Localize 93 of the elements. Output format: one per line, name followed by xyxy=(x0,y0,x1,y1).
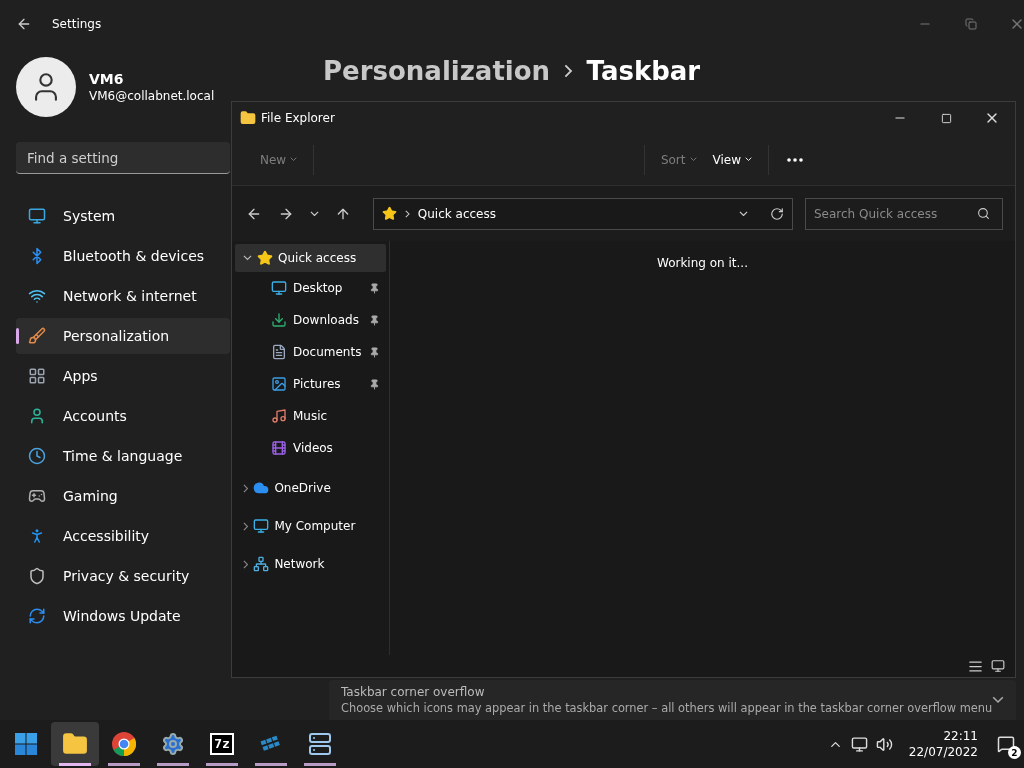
notification-count: 2 xyxy=(1008,746,1021,759)
user-name: VM6 xyxy=(89,71,125,87)
nav-item[interactable]: Personalization xyxy=(16,318,230,354)
monitor-icon xyxy=(28,207,46,225)
search-icon xyxy=(977,207,990,220)
tree-item[interactable]: Quick access xyxy=(235,244,386,272)
nav-item[interactable]: Apps xyxy=(16,358,230,394)
grid-icon xyxy=(28,367,46,385)
nav-item[interactable]: Gaming xyxy=(16,478,230,514)
document-icon xyxy=(271,344,287,360)
music-icon xyxy=(271,408,287,424)
search-field[interactable]: Find a setting xyxy=(16,142,230,174)
network-icon[interactable] xyxy=(850,735,868,753)
person-icon xyxy=(28,407,46,425)
caret-icon xyxy=(745,157,752,162)
clock-icon xyxy=(28,447,46,465)
expand-icon[interactable] xyxy=(243,483,249,493)
clock-time[interactable]: 22:11 xyxy=(943,729,978,743)
caret-icon xyxy=(689,157,697,162)
caret-icon xyxy=(310,210,319,217)
star-icon xyxy=(382,206,397,221)
toolbar-button[interactable]: View xyxy=(704,146,760,173)
address-bar[interactable]: Quick access xyxy=(373,197,793,230)
nav-item[interactable]: Network & internet xyxy=(16,278,230,314)
refresh-icon[interactable] xyxy=(770,206,784,221)
gamepad-icon xyxy=(28,487,46,505)
tree-item[interactable]: Downloads xyxy=(235,304,386,336)
volume-icon[interactable] xyxy=(875,735,893,753)
folder-icon xyxy=(62,731,88,757)
network-icon xyxy=(253,556,270,572)
back-icon[interactable] xyxy=(16,16,32,32)
nav-item[interactable]: Privacy & security xyxy=(16,558,230,594)
folder-icon xyxy=(240,110,256,126)
tree-item[interactable]: My Computer xyxy=(235,512,386,540)
nav-item[interactable]: Accounts xyxy=(16,398,230,434)
expand-icon[interactable] xyxy=(243,521,249,531)
nav-item[interactable]: Accessibility xyxy=(16,518,230,554)
tree-item[interactable]: Desktop xyxy=(235,272,386,304)
refresh-icon xyxy=(28,607,46,625)
status-message: Working on it... xyxy=(657,256,748,270)
card-title: Taskbar corner overflow xyxy=(341,685,486,699)
app-logo: 7z xyxy=(210,733,234,755)
chevron-icon xyxy=(564,64,573,78)
details-view-icon[interactable] xyxy=(968,658,983,674)
expand-icon[interactable] xyxy=(243,255,252,261)
tree-item[interactable]: Music xyxy=(235,400,386,432)
window-title: Settings xyxy=(52,17,102,31)
breadcrumb-item[interactable]: Personalization xyxy=(323,56,551,86)
cloud-icon xyxy=(253,480,270,496)
tree-item[interactable]: Videos xyxy=(235,432,386,464)
tree-item[interactable]: Network xyxy=(235,550,386,578)
chevron-icon xyxy=(405,209,410,218)
nav-item[interactable]: Time & language xyxy=(16,438,230,474)
more-button[interactable] xyxy=(785,155,805,164)
nav-item[interactable]: System xyxy=(16,198,230,234)
cabinet-icon xyxy=(308,732,332,756)
maximize-icon xyxy=(940,112,952,124)
dropdown-icon[interactable] xyxy=(739,210,748,217)
window-title: File Explorer xyxy=(261,111,335,125)
wifi-icon xyxy=(28,287,46,305)
settings-card[interactable]: Taskbar corner overflow Choose which icons may appear in the taskbar corner – all others will appear in the taskbar corner overflow menu xyxy=(329,680,1017,720)
monitor-icon xyxy=(253,518,270,534)
film-icon xyxy=(271,440,287,456)
tiles-view-icon[interactable] xyxy=(991,659,1005,673)
caret-icon xyxy=(290,157,298,162)
windows-logo-icon xyxy=(15,733,37,755)
breadcrumb-item: Taskbar xyxy=(586,56,701,86)
more-icon xyxy=(787,157,803,162)
avatar xyxy=(16,57,76,117)
user-email: VM6@collabnet.local xyxy=(89,89,215,103)
image-icon xyxy=(271,376,287,392)
search-field[interactable]: Search Quick access xyxy=(805,197,1003,230)
restore-icon xyxy=(965,18,978,30)
taskbar-app[interactable] xyxy=(51,722,99,766)
download-icon xyxy=(271,312,287,328)
squares-icon xyxy=(259,734,283,754)
expand-icon[interactable] xyxy=(243,559,249,569)
card-description: Choose which icons may appear in the taskbar corner – all others will appear in the taskbar corner overflow menu xyxy=(341,701,993,715)
taskbar-app[interactable]: 7z xyxy=(198,722,246,766)
star-icon xyxy=(257,250,273,266)
clock-date[interactable]: 22/07/2022 xyxy=(908,745,978,759)
shield-icon xyxy=(28,567,46,585)
nav-item[interactable]: Bluetooth & devices xyxy=(16,238,230,274)
tree-item[interactable]: Pictures xyxy=(235,368,386,400)
monitor-icon xyxy=(271,280,287,296)
tree-item[interactable]: OneDrive xyxy=(235,474,386,502)
brush-icon xyxy=(28,327,46,345)
chrome-icon xyxy=(112,732,136,756)
notifications-button[interactable]: 2 xyxy=(994,732,1018,756)
tree-item[interactable]: Documents xyxy=(235,336,386,368)
expand-icon[interactable] xyxy=(992,696,1005,704)
gear-icon xyxy=(161,732,185,756)
nav-item[interactable]: Windows Update xyxy=(16,598,230,634)
